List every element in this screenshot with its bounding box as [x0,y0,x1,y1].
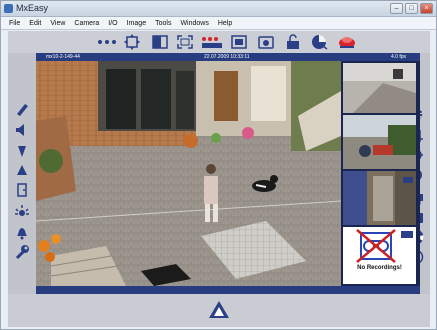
toolbar [8,31,430,53]
app-window: MxEasy – □ × File Edit View Camera I/O I… [0,0,437,330]
live-camera-view[interactable] [36,61,341,286]
camera-footer-bar [36,286,420,294]
app-logo-icon [4,4,13,13]
menu-tools[interactable]: Tools [155,17,171,29]
camera-framerate: 4.0 fps [391,54,407,60]
layout-icon[interactable] [151,34,169,50]
brush-icon[interactable] [14,101,30,117]
window-title: MxEasy [16,3,49,13]
no-recordings-label: No Recordings! [357,265,402,271]
courtyard-image [36,61,341,286]
left-toolbar [8,61,36,301]
camera-thumbnail-3[interactable] [343,171,416,225]
camera-thumbnail-1[interactable] [343,63,416,113]
recording-icon[interactable] [230,34,248,50]
menu-view[interactable]: View [50,17,65,29]
camera-app: mx10-2-149-44 22.07.2009 10:33:11 4.0 fp… [8,31,430,327]
door-icon[interactable] [14,182,30,198]
more-dots-icon[interactable] [96,34,118,50]
camera-name: mx10-2-149-44 [46,54,80,60]
menu-image[interactable]: Image [127,17,146,29]
speaker-icon[interactable] [14,122,30,138]
bell-icon[interactable] [14,224,30,240]
pan-icon[interactable] [123,34,141,50]
camera-datetime: 22.07.2009 10:33:11 [204,54,250,60]
fullscreen-icon[interactable] [176,34,194,50]
menu-bar: File Edit View Camera I/O Image Tools Wi… [1,17,436,30]
menu-help[interactable]: Help [218,17,232,29]
minimize-button[interactable]: – [390,3,403,14]
up-triangle-icon[interactable] [14,162,30,178]
sequence-icon[interactable] [200,34,224,50]
camera-header: mx10-2-149-44 22.07.2009 10:33:11 4.0 fp… [36,53,420,61]
alarm-icon[interactable] [336,34,358,50]
footer [8,294,430,327]
maximize-button[interactable]: □ [405,3,418,14]
wrench-icon[interactable] [14,244,30,260]
menu-file[interactable]: File [9,17,20,29]
camera-thumbnail-2[interactable] [343,115,416,169]
menu-io[interactable]: I/O [108,17,117,29]
audio-icon[interactable] [310,34,330,50]
title-bar: MxEasy – □ × [1,1,436,17]
light-icon[interactable] [14,204,30,220]
mobotix-logo-icon [208,300,230,325]
menu-camera[interactable]: Camera [74,17,99,29]
menu-edit[interactable]: Edit [29,17,41,29]
down-triangle-icon[interactable] [14,143,30,159]
lock-icon[interactable] [284,34,302,50]
close-button[interactable]: × [420,3,433,14]
menu-windows[interactable]: Windows [180,17,208,29]
no-recordings-thumbnail[interactable]: No Recordings! [343,227,416,284]
snapshot-icon[interactable] [257,34,275,50]
thumbnail-panel: No Recordings! [341,61,420,286]
